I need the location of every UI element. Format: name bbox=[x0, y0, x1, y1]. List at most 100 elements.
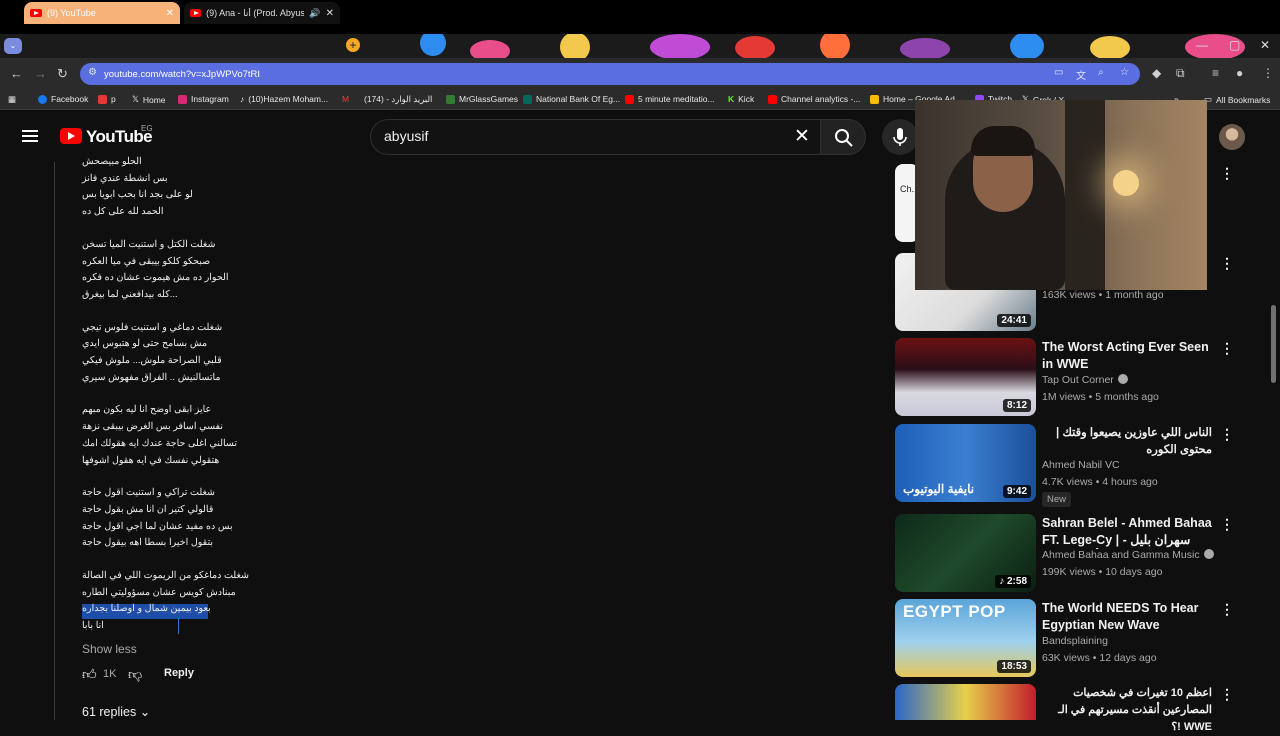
bookmark-p[interactable]: p bbox=[98, 94, 116, 104]
search-input[interactable] bbox=[370, 119, 820, 155]
bookmark-facebook[interactable]: Facebook bbox=[38, 94, 88, 104]
tabstrip-decoration bbox=[900, 38, 950, 58]
tab-title: (9) Ana - أنا (Prod. Abyusif) bbox=[206, 7, 305, 18]
browser-menu-icon[interactable]: ⋮ bbox=[1262, 66, 1274, 80]
media-control-icon[interactable]: ≡ bbox=[1212, 66, 1219, 80]
lamp-shade bbox=[1113, 170, 1139, 196]
bookmark-home-x[interactable]: 𝕏 Home bbox=[132, 94, 166, 105]
more-actions-icon[interactable]: ⋮ bbox=[1220, 340, 1234, 357]
site-info-icon[interactable]: ⚙ bbox=[88, 67, 97, 78]
guide-menu-icon[interactable] bbox=[22, 130, 38, 142]
more-actions-icon[interactable]: ⋮ bbox=[1220, 516, 1234, 533]
youtube-logo-icon[interactable] bbox=[60, 128, 82, 144]
close-tab-icon[interactable]: ✕ bbox=[326, 8, 334, 19]
all-bookmarks-folder[interactable]: ▭ All Bookmarks bbox=[1204, 94, 1270, 105]
comment-line: نفسي اسافر بس الغرض بيبقى نزهة bbox=[82, 421, 224, 433]
tab-strip bbox=[0, 34, 1280, 58]
comment-line: الحلو مبيصحش bbox=[82, 156, 142, 167]
bookmark-instagram[interactable]: Instagram bbox=[178, 94, 229, 104]
x-logo-icon: 𝕏 bbox=[132, 94, 139, 104]
tab-search-button[interactable]: ⌄ bbox=[4, 38, 22, 54]
tabstrip-decoration bbox=[650, 34, 710, 58]
video-title[interactable]: اعظم 10 تغيرات في شخصيات المصارعين أنقذت… bbox=[1042, 685, 1212, 736]
clear-search-icon[interactable]: ✕ bbox=[794, 125, 810, 148]
back-button[interactable]: ← bbox=[10, 66, 23, 81]
video-thumbnail[interactable]: نايفية اليوتيوب 9:42 bbox=[895, 424, 1036, 502]
replies-toggle[interactable]: 61 replies ⌄ bbox=[82, 704, 150, 719]
new-tab-button[interactable]: + bbox=[346, 38, 360, 52]
bookmark-channel-analytics[interactable]: Channel analytics -... bbox=[768, 94, 860, 104]
comment-line: شغلت الكتل و استنيت الميا تسخن bbox=[82, 238, 216, 250]
bookmark-nbe[interactable]: National Bank Of Eg... bbox=[523, 94, 620, 104]
close-tab-icon[interactable]: ✕ bbox=[166, 8, 174, 19]
tabstrip-decoration bbox=[420, 34, 446, 56]
bookmark-meditation[interactable]: 5 minute meditatio... bbox=[625, 94, 715, 104]
voice-search-button[interactable] bbox=[882, 119, 918, 155]
more-actions-icon[interactable]: ⋮ bbox=[1220, 165, 1234, 182]
verified-icon bbox=[1203, 549, 1214, 559]
close-window-button[interactable]: ✕ bbox=[1260, 38, 1270, 52]
video-title[interactable]: الناس اللي عاوزين يصيعوا وقتك | محتوى ال… bbox=[1042, 425, 1212, 459]
apps-grid-icon[interactable]: ▦ bbox=[8, 94, 16, 105]
search-button[interactable] bbox=[820, 119, 866, 155]
more-actions-icon[interactable]: ⋮ bbox=[1220, 601, 1234, 618]
bookmark-yahoo-mail[interactable]: (174) - البريد الوارد bbox=[364, 94, 432, 105]
extensions-puzzle-icon[interactable]: ⧉ bbox=[1176, 66, 1185, 81]
text-cursor bbox=[178, 618, 179, 634]
tabstrip-decoration bbox=[1010, 34, 1044, 58]
maximize-button[interactable]: ▢ bbox=[1229, 38, 1240, 52]
bookmark-mrglassgames[interactable]: MrGlassGames bbox=[446, 94, 518, 104]
comment-line: انا بابا bbox=[82, 620, 104, 632]
more-actions-icon[interactable]: ⋮ bbox=[1220, 426, 1234, 443]
more-actions-icon[interactable]: ⋮ bbox=[1220, 686, 1234, 703]
reply-button[interactable]: Reply bbox=[164, 667, 194, 679]
dislike-icon[interactable]: 👎︎ bbox=[128, 666, 142, 683]
video-channel[interactable]: Bandsplaining bbox=[1042, 635, 1108, 647]
bookmark-kick[interactable]: K Kick bbox=[728, 94, 754, 104]
video-thumbnail[interactable] bbox=[895, 684, 1036, 720]
verified-icon bbox=[1117, 374, 1128, 384]
comment-line: تسالني اغلى حاجة عندك ايه هقولك امك bbox=[82, 437, 238, 449]
video-meta: 199K views • 10 days ago bbox=[1042, 566, 1163, 578]
cast-icon[interactable]: ▭ bbox=[1054, 67, 1063, 78]
video-thumbnail[interactable]: 8:12 bbox=[895, 338, 1036, 416]
comment-line: شغلت تراكي و استنيت اقول حاجة bbox=[82, 487, 216, 499]
video-thumbnail[interactable]: EGYPT POP 18:53 bbox=[895, 599, 1036, 677]
translate-icon[interactable]: 文 bbox=[1076, 67, 1086, 82]
profile-icon[interactable]: ● bbox=[1236, 66, 1243, 80]
youtube-studio-icon bbox=[768, 94, 777, 104]
tab-ana[interactable]: (9) Ana - أنا (Prod. Abyusif) 🔊 ✕ bbox=[184, 2, 340, 24]
video-channel[interactable]: Ahmed Bahaa and Gamma Music bbox=[1042, 549, 1214, 561]
country-code: EG bbox=[141, 124, 153, 133]
search-icon bbox=[835, 129, 853, 147]
video-title[interactable]: The World NEEDS To Hear Egyptian New Wav… bbox=[1042, 600, 1212, 634]
video-title[interactable]: Sahran Belel - Ahmed Bahaa FT. Lege-Cy |… bbox=[1042, 515, 1212, 549]
speaker-icon[interactable]: 🔊 bbox=[309, 8, 320, 19]
video-thumbnail[interactable]: ♪ 2:58 bbox=[895, 514, 1036, 592]
zoom-icon[interactable]: ⌕ bbox=[1098, 67, 1104, 78]
extension-icon[interactable]: ◆ bbox=[1152, 66, 1161, 80]
avatar[interactable] bbox=[1219, 124, 1245, 150]
show-less-button[interactable]: Show less bbox=[82, 642, 137, 656]
person-hair bbox=[971, 126, 1035, 156]
like-icon[interactable]: 👍︎ bbox=[82, 666, 97, 683]
thumbnail-text: EGYPT POP bbox=[903, 602, 1006, 621]
comment-line: شغلت دماغي و استنيت فلوس تيجي bbox=[82, 321, 223, 333]
video-title[interactable]: The Worst Acting Ever Seen in WWE bbox=[1042, 339, 1212, 373]
comment-line: بس انشطة عندي فانز bbox=[82, 172, 168, 184]
bookmark-hazem[interactable]: ♪ (10)Hazem Moham... bbox=[240, 94, 328, 104]
reload-button[interactable]: ↻ bbox=[57, 66, 68, 82]
video-channel[interactable]: Ahmed Nabil VC bbox=[1042, 459, 1120, 471]
more-actions-icon[interactable]: ⋮ bbox=[1220, 255, 1234, 272]
minimize-button[interactable]: — bbox=[1196, 38, 1208, 52]
video-duration: 9:42 bbox=[1002, 485, 1031, 498]
video-channel[interactable]: Tap Out Corner bbox=[1042, 374, 1128, 386]
forward-button[interactable]: → bbox=[34, 66, 47, 81]
page-scrollbar[interactable] bbox=[1271, 305, 1276, 383]
tab-youtube[interactable]: (9) YouTube ✕ bbox=[24, 2, 180, 24]
bookmark-gmail[interactable]: M bbox=[342, 94, 349, 104]
new-badge: New bbox=[1042, 492, 1072, 507]
bookmark-star-icon[interactable]: ☆ bbox=[1120, 67, 1129, 78]
youtube-favicon-icon bbox=[30, 9, 42, 17]
comment-line: بس ده مفيد عشان لما اجي اقول حاجة bbox=[82, 520, 233, 532]
